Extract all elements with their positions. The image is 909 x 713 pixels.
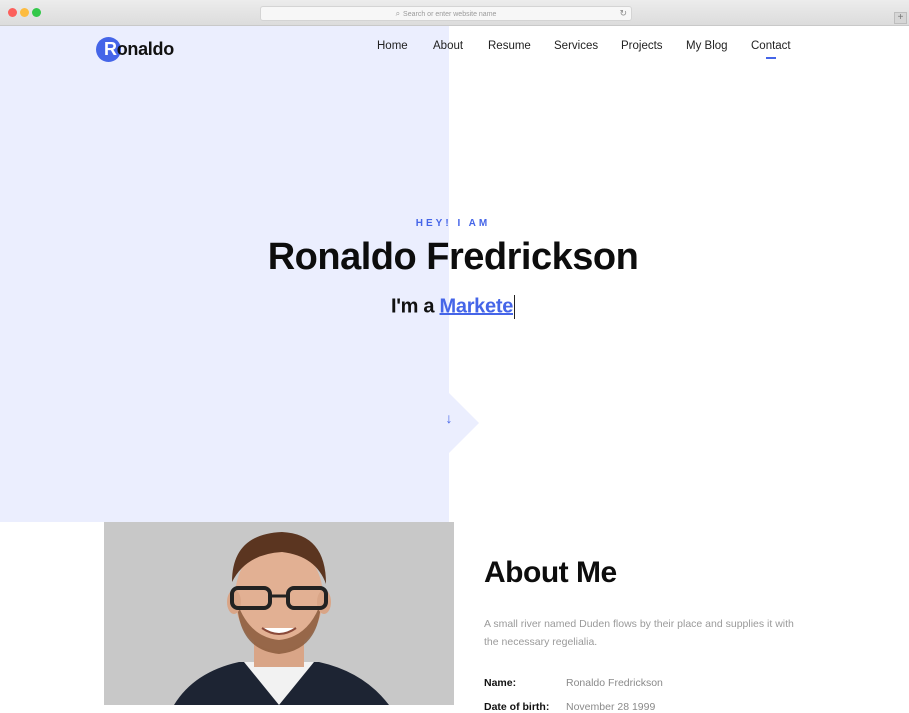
nav-item-home[interactable]: Home [377, 40, 408, 52]
reload-icon[interactable]: ↻ [619, 7, 627, 20]
role-typed-text[interactable]: Markete [440, 295, 514, 317]
typing-cursor [514, 295, 516, 319]
address-bar[interactable]: ⌕ Search or enter website name ↻ [260, 6, 632, 21]
info-label-name: Name: [484, 677, 517, 689]
nav-item-services[interactable]: Services [554, 40, 598, 52]
info-label-dob: Date of birth: [484, 701, 550, 713]
hero-role: I'm a Markete [0, 295, 906, 319]
close-window-button[interactable] [8, 8, 17, 17]
address-placeholder: Search or enter website name [403, 11, 497, 18]
new-tab-button[interactable]: + [894, 12, 907, 24]
nav-item-about[interactable]: About [433, 40, 463, 52]
nav-item-contact[interactable]: Contact [751, 40, 791, 52]
browser-toolbar: ⌕ Search or enter website name ↻ + [0, 0, 909, 26]
profile-photo [104, 522, 454, 705]
scroll-down-arrow-icon[interactable]: ↓ [442, 410, 456, 426]
search-icon: ⌕ [395, 9, 401, 18]
maximize-window-button[interactable] [32, 8, 41, 17]
minimize-window-button[interactable] [20, 8, 29, 17]
active-nav-indicator [766, 57, 776, 59]
about-title: About Me [484, 556, 617, 589]
about-description: A small river named Duden flows by their… [484, 618, 794, 648]
hero-greeting: HEY! I AM [415, 218, 491, 229]
nav-item-resume[interactable]: Resume [488, 40, 531, 52]
role-prefix: I'm a [390, 295, 435, 318]
nav-item-my-blog[interactable]: My Blog [686, 40, 728, 52]
nav-item-projects[interactable]: Projects [621, 40, 663, 52]
info-value-name: Ronaldo Fredrickson [566, 677, 663, 689]
info-value-dob: November 28 1999 [566, 701, 656, 713]
hero-title: Ronaldo Fredrickson [267, 236, 639, 278]
